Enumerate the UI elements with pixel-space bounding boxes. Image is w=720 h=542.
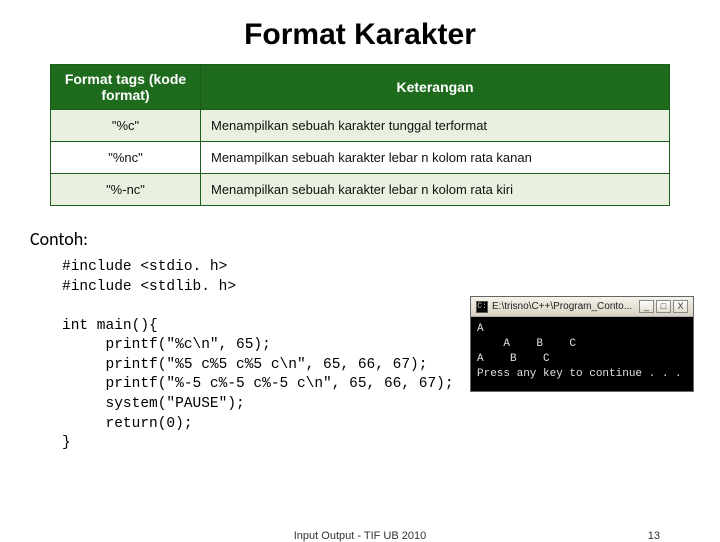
table-row: "%-nc" Menampilkan sebuah karakter lebar… (51, 174, 670, 206)
footer-text: Input Output - TIF UB 2010 (0, 530, 720, 542)
slide-title: Format Karakter (0, 0, 720, 64)
cell-code: "%nc" (51, 142, 201, 174)
console-output: A A B C A B C Press any key to continue … (471, 317, 693, 391)
cell-desc: Menampilkan sebuah karakter tunggal terf… (201, 110, 670, 142)
console-titlebar: C: E:\trisno\C++\Program_Conto... _ □ X (471, 297, 693, 317)
console-title: E:\trisno\C++\Program_Conto... (492, 301, 635, 312)
table-row: "%nc" Menampilkan sebuah karakter lebar … (51, 142, 670, 174)
page-number: 13 (648, 530, 660, 542)
close-button[interactable]: X (673, 300, 688, 313)
table-header-keterangan: Keterangan (201, 65, 670, 110)
maximize-button[interactable]: □ (656, 300, 671, 313)
cell-code: "%c" (51, 110, 201, 142)
contoh-label: Contoh: (30, 228, 720, 250)
console-icon: C: (476, 301, 488, 313)
minimize-button[interactable]: _ (639, 300, 654, 313)
format-table: Format tags (kode format) Keterangan "%c… (50, 64, 670, 206)
table-row: "%c" Menampilkan sebuah karakter tunggal… (51, 110, 670, 142)
cell-desc: Menampilkan sebuah karakter lebar n kolo… (201, 142, 670, 174)
table-header-format-tags: Format tags (kode format) (51, 65, 201, 110)
cell-code: "%-nc" (51, 174, 201, 206)
cell-desc: Menampilkan sebuah karakter lebar n kolo… (201, 174, 670, 206)
console-window: C: E:\trisno\C++\Program_Conto... _ □ X … (470, 296, 694, 392)
